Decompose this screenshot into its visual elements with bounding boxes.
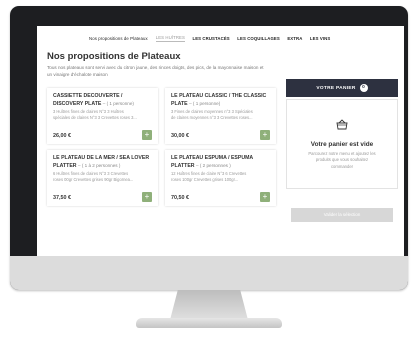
product-card-espuma[interactable]: LE PLATEAU ESPUMA / ESPUMA PLATTER – ( 2… bbox=[165, 150, 276, 206]
card-title: LE PLATEAU DE LA MER / SEA LOVER PLATTER… bbox=[53, 155, 152, 170]
monitor-stand-base bbox=[136, 318, 282, 328]
product-card-sea-lover[interactable]: LE PLATEAU DE LA MER / SEA LOVER PLATTER… bbox=[47, 150, 158, 206]
cart-button-label: VOTRE PANIER bbox=[316, 85, 356, 91]
add-to-cart-button[interactable]: + bbox=[142, 192, 152, 202]
cart-empty-text: Parcourez notre menu et ajoutez les prod… bbox=[308, 151, 376, 169]
nav-item-coquillages[interactable]: LES COQUILLAGES bbox=[237, 36, 280, 41]
card-desc-line: roses 00gr Crevettes grises 90gr Bigorne… bbox=[53, 176, 134, 182]
card-description: 6 Huîtres fines de claires N°3 3 Crevett… bbox=[53, 171, 152, 182]
monitor-stand-neck bbox=[170, 290, 248, 320]
screen: Nos propositions de Plateaux LES HUÎTRES… bbox=[37, 26, 404, 256]
card-desc-line: spéciales de claires N°3 3 Crevettes ros… bbox=[53, 114, 137, 120]
card-description: 3 Fines de claires moyennes n°3 3 Spécia… bbox=[171, 109, 270, 120]
top-nav: Nos propositions de Plateaux LES HUÎTRES… bbox=[37, 26, 404, 50]
card-title: CASSIETTE DECOUVERTE / DISCOVERY PLATE –… bbox=[53, 93, 152, 108]
cart-empty-title: Votre panier est vide bbox=[310, 141, 374, 148]
card-desc-line: roses 100gr Crevettes grises 100gr... bbox=[171, 176, 239, 182]
nav-item-plateaux[interactable]: Nos propositions de Plateaux bbox=[89, 36, 148, 41]
nav-item-huitres[interactable]: LES HUÎTRES bbox=[155, 35, 185, 42]
nav-item-extra[interactable]: EXTRA bbox=[287, 36, 302, 41]
card-price: 37,50 € bbox=[53, 195, 71, 201]
add-to-cart-button[interactable]: + bbox=[260, 130, 270, 140]
card-title: LE PLATEAU CLASSIC / THE CLASSIC PLATE –… bbox=[171, 93, 270, 108]
card-persons: – ( 2 personnes ) bbox=[196, 163, 231, 168]
page-content: Nos propositions de Plateaux Tous nos pl… bbox=[37, 50, 404, 256]
monitor-frame: Nos propositions de Plateaux LES HUÎTRES… bbox=[10, 6, 408, 290]
add-to-cart-button[interactable]: + bbox=[142, 130, 152, 140]
basket-icon bbox=[287, 117, 397, 135]
nav-item-vins[interactable]: LES VINS bbox=[310, 36, 330, 41]
cart-button[interactable]: VOTRE PANIER 0 bbox=[286, 79, 398, 97]
product-card-classic[interactable]: LE PLATEAU CLASSIC / THE CLASSIC PLATE –… bbox=[165, 88, 276, 144]
card-persons: – ( 1 à 2 personnes ) bbox=[78, 163, 121, 168]
nav-item-crustaces[interactable]: LES CRUSTACÉS bbox=[192, 36, 229, 41]
add-to-cart-button[interactable]: + bbox=[260, 192, 270, 202]
card-price: 70,50 € bbox=[171, 195, 189, 201]
cart-count-badge: 0 bbox=[359, 84, 368, 92]
product-card-discovery[interactable]: CASSIETTE DECOUVERTE / DISCOVERY PLATE –… bbox=[47, 88, 158, 144]
card-price: 26,00 € bbox=[53, 133, 71, 139]
card-desc-line: de claires moyennes n°3 3 Crevettes rose… bbox=[171, 114, 253, 120]
card-description: 12 Huîtres fines de claire N°3 6 Crevett… bbox=[171, 171, 270, 182]
intro-text: Tous nos plateaux sont servi avec du cit… bbox=[47, 65, 264, 77]
monitor-chin bbox=[10, 256, 408, 290]
card-price: 30,00 € bbox=[171, 133, 189, 139]
card-persons: – ( 1 personne) bbox=[102, 101, 134, 106]
page-title: Nos propositions de Plateaux bbox=[47, 51, 181, 62]
card-persons: – ( 1 personne) bbox=[189, 101, 221, 106]
validate-selection-button[interactable]: Valider la sélection bbox=[291, 208, 393, 222]
card-description: 3 Huîtres fines de claires N°3 3 Huîtres… bbox=[53, 109, 152, 120]
card-title: LE PLATEAU ESPUMA / ESPUMA PLATTER – ( 2… bbox=[171, 155, 270, 170]
cart-panel: Votre panier est vide Parcourez notre me… bbox=[286, 99, 398, 189]
